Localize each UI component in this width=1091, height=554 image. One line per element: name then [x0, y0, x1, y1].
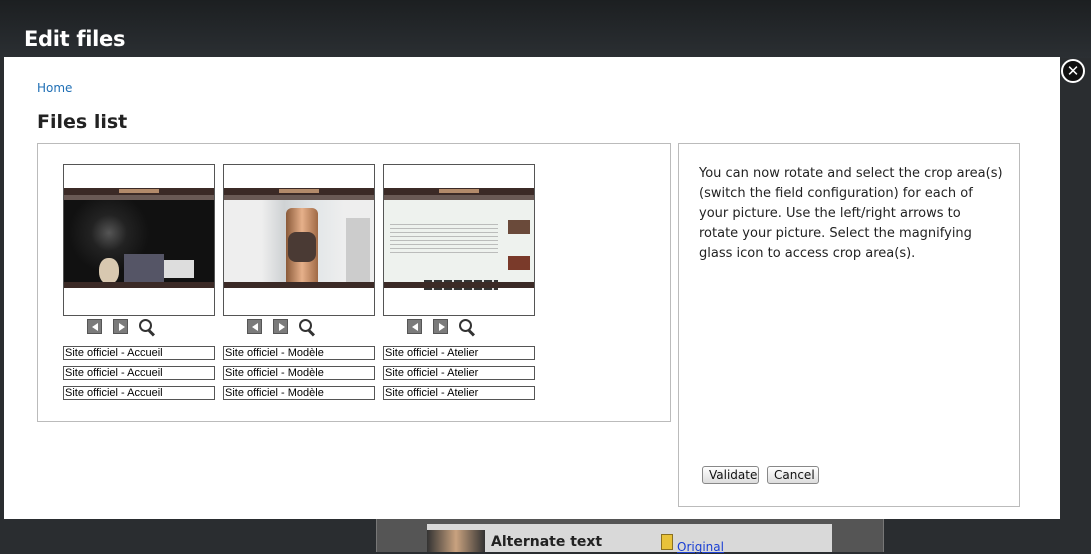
edit-files-modal: Home Files list Site officiel - Accueil … — [4, 57, 1060, 519]
magnifying-glass-icon[interactable] — [299, 319, 316, 337]
breadcrumb-home[interactable]: Home — [37, 81, 72, 95]
alt-text-field[interactable]: Site officiel - Modèle — [223, 346, 375, 360]
background-thumbnail — [427, 530, 485, 552]
background-form-row: Alternate text Original — [427, 524, 832, 554]
file-item: Site officiel - Accueil Site officiel - … — [63, 164, 215, 400]
alt-text-field[interactable]: Site officiel - Modèle — [223, 386, 375, 400]
alt-text-field[interactable]: Site officiel - Atelier — [383, 366, 535, 380]
website-screenshot-image — [224, 188, 374, 288]
background-content: Alternate text Original — [376, 518, 884, 554]
arrow-left-icon[interactable] — [407, 319, 422, 334]
file-controls — [87, 319, 167, 337]
page-heading: Edit files — [24, 27, 126, 51]
cancel-button[interactable]: Cancel — [767, 466, 819, 484]
magnifying-glass-icon[interactable] — [459, 319, 476, 337]
website-screenshot-image — [384, 188, 534, 290]
website-screenshot-image — [64, 188, 214, 288]
file-thumbnail[interactable] — [223, 164, 375, 316]
validate-button[interactable]: Validate — [702, 466, 759, 484]
arrow-right-icon[interactable] — [433, 319, 448, 334]
magnifying-glass-icon[interactable] — [139, 319, 156, 337]
file-controls — [247, 319, 327, 337]
file-item: Site officiel - Modèle Site officiel - M… — [223, 164, 375, 400]
alt-text-field[interactable]: Site officiel - Atelier — [383, 386, 535, 400]
arrow-right-icon[interactable] — [113, 319, 128, 334]
alternate-text-label: Alternate text — [491, 534, 603, 550]
alt-text-field[interactable]: Site officiel - Atelier — [383, 346, 535, 360]
file-item: Site officiel - Atelier Site officiel - … — [383, 164, 535, 400]
info-panel: You can now rotate and select the crop a… — [678, 143, 1020, 507]
alt-text-field[interactable]: Site officiel - Accueil — [63, 386, 215, 400]
close-icon[interactable]: ✕ — [1061, 59, 1085, 83]
arrow-right-icon[interactable] — [273, 319, 288, 334]
alt-text-field[interactable]: Site officiel - Modèle — [223, 366, 375, 380]
arrow-left-icon[interactable] — [247, 319, 262, 334]
file-thumbnail[interactable] — [383, 164, 535, 316]
instructions-text: You can now rotate and select the crop a… — [699, 166, 1003, 261]
arrow-left-icon[interactable] — [87, 319, 102, 334]
files-list-panel: Site officiel - Accueil Site officiel - … — [37, 143, 671, 422]
file-controls — [407, 319, 487, 337]
file-thumbnail[interactable] — [63, 164, 215, 316]
alt-text-field[interactable]: Site officiel - Accueil — [63, 346, 215, 360]
file-icon — [661, 534, 673, 550]
alt-text-field[interactable]: Site officiel - Accueil — [63, 366, 215, 380]
files-list-title: Files list — [37, 111, 128, 133]
top-bar — [0, 0, 1091, 58]
